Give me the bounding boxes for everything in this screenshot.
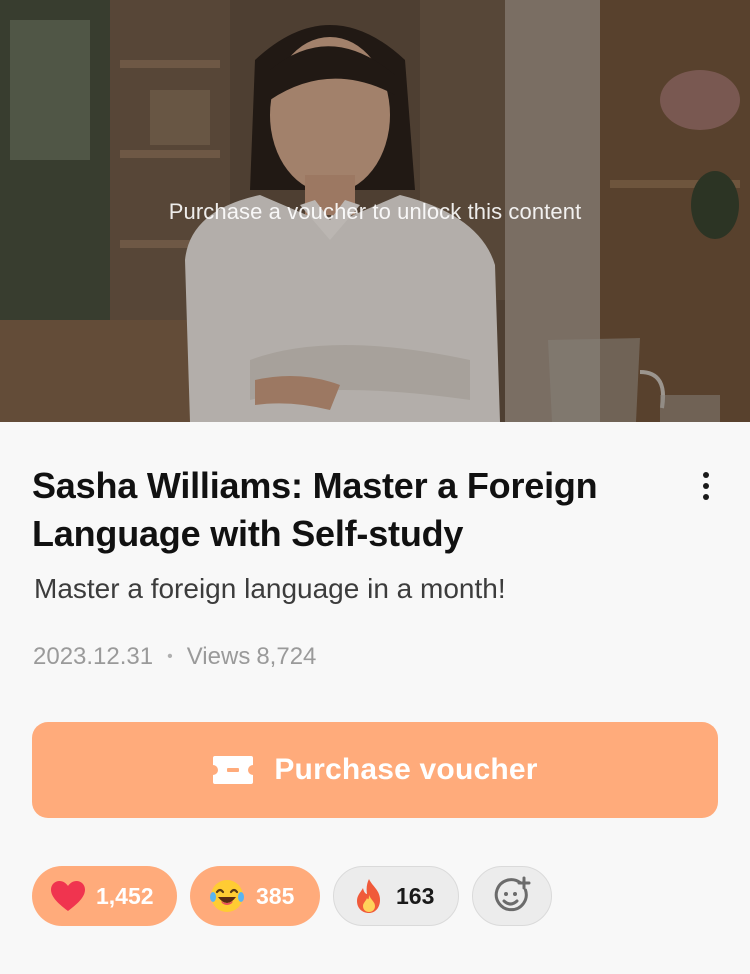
ticket-icon [212,754,254,786]
add-reaction-icon [494,876,531,912]
locked-preview-image: Purchase a voucher to unlock this conten… [0,0,750,422]
post-subtitle: Master a foreign language in a month! [34,573,506,604]
add-reaction-button[interactable] [472,866,552,926]
purchase-voucher-button[interactable]: Purchase voucher [32,722,718,818]
more-dot-icon [703,472,709,478]
more-options-button[interactable] [686,466,726,506]
lock-message: Purchase a voucher to unlock this conten… [168,199,582,224]
reaction-laugh[interactable]: 385 [190,866,320,926]
view-count: Views 8,724 [187,643,317,671]
more-dot-icon [703,494,709,500]
laughing-emoji-icon [210,880,244,912]
post-title: Sasha Williams: Master a Foreign Languag… [32,465,598,554]
separator-dot: • [167,648,173,665]
post-card: Purchase a voucher to unlock this conten… [0,0,750,974]
views-label: Views [186,643,251,670]
post-meta: 2023.12.31 • Views 8,724 [33,643,316,671]
reaction-heart[interactable]: 1,452 [32,866,177,926]
views-value: 8,724 [256,643,317,670]
fire-icon [357,879,380,913]
reaction-count: 1,452 [96,882,154,909]
heart-icon [51,881,85,911]
post-date: 2023.12.31 [33,643,154,670]
reaction-fire[interactable]: 163 [333,866,459,926]
reaction-count: 163 [396,882,435,909]
reaction-bar: 1,452 385 163 [32,866,552,926]
reaction-count: 385 [256,882,295,909]
purchase-voucher-label: Purchase voucher [274,753,538,786]
more-dot-icon [703,483,709,489]
